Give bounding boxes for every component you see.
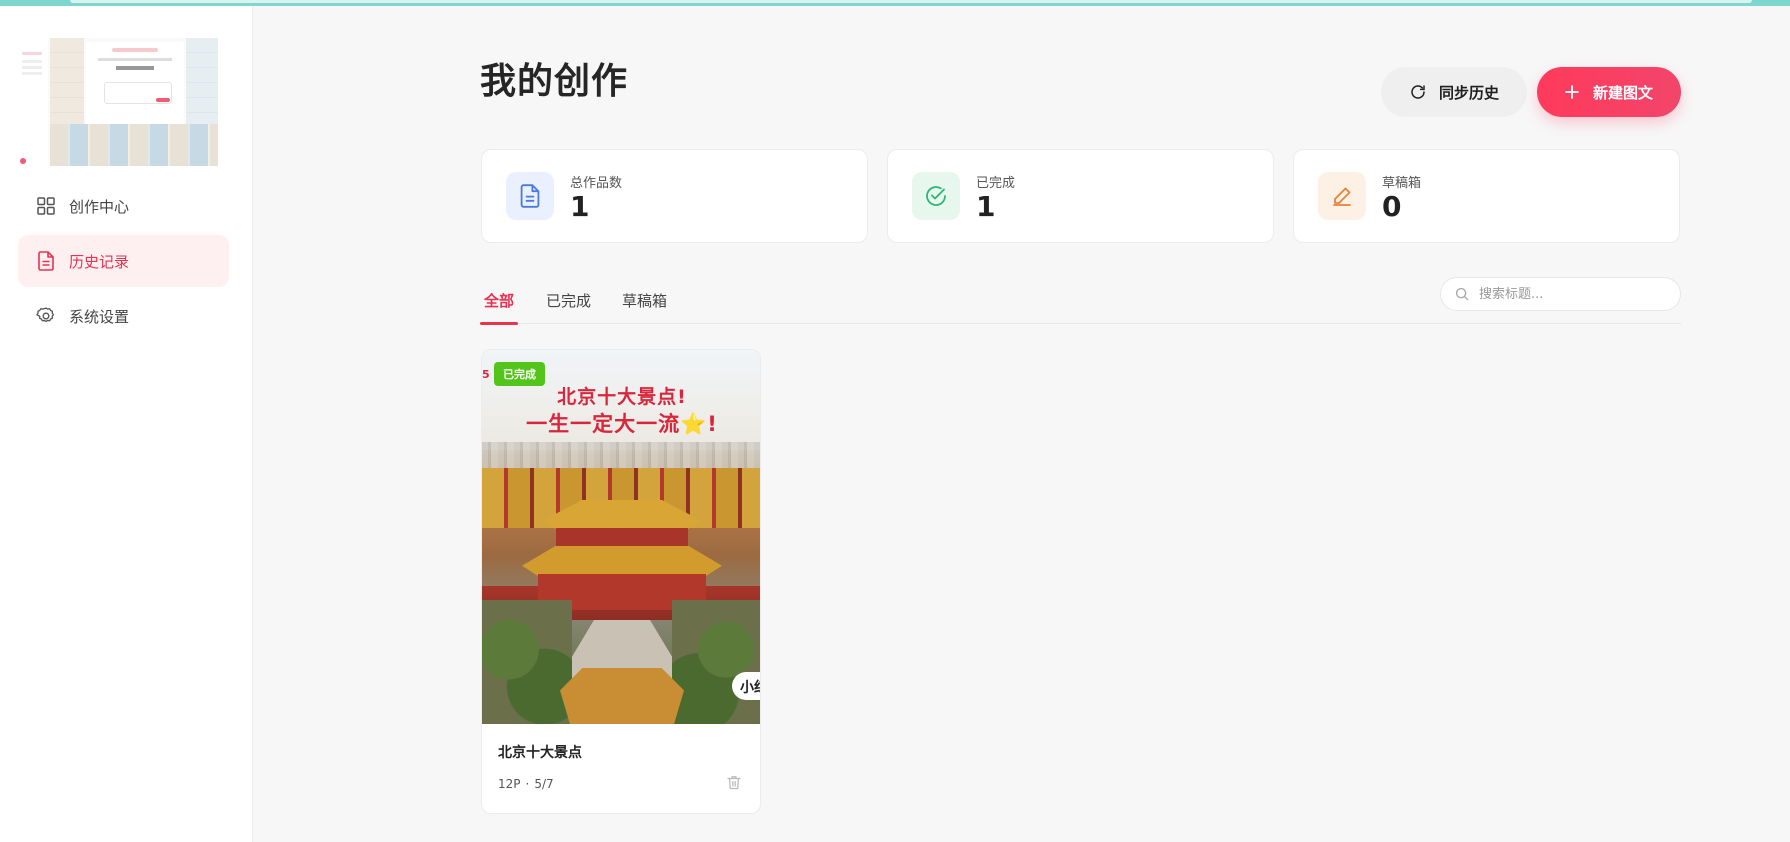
top-strip bbox=[0, 0, 1790, 6]
refresh-icon bbox=[1409, 83, 1427, 101]
app-preview-thumbnail bbox=[18, 38, 218, 166]
work-card[interactable]: 5 北京十大景点! 一生一定大一流⭐! 小红 已完成 北京十大景点 12P·5/… bbox=[481, 349, 761, 814]
new-post-label: 新建图文 bbox=[1592, 83, 1653, 102]
work-pages: 12P bbox=[498, 777, 521, 791]
search-icon bbox=[1455, 287, 1469, 301]
tab-all[interactable]: 全部 bbox=[479, 290, 519, 325]
plus-icon bbox=[1565, 85, 1579, 99]
sidebar-item-history[interactable]: 历史记录 bbox=[18, 235, 229, 287]
search-input[interactable] bbox=[1477, 285, 1667, 303]
document-icon bbox=[506, 172, 554, 220]
sidebar-item-label: 历史记录 bbox=[69, 252, 130, 271]
cover-subheadline: 一生一定大一流⭐! bbox=[526, 412, 718, 436]
pencil-icon bbox=[1318, 172, 1366, 220]
grid-icon bbox=[36, 196, 56, 216]
status-badge: 已完成 bbox=[494, 362, 545, 386]
stat-value: 0 bbox=[1382, 190, 1402, 223]
work-date: 5/7 bbox=[534, 777, 554, 791]
cover-tag: 小红 bbox=[732, 672, 760, 700]
stat-card-drafts: 草稿箱 0 bbox=[1293, 149, 1680, 243]
sidebar-item-label: 创作中心 bbox=[69, 197, 130, 216]
sync-history-button[interactable]: 同步历史 bbox=[1381, 67, 1527, 117]
sync-history-label: 同步历史 bbox=[1438, 83, 1499, 102]
sidebar: 创作中心 历史记录 系统设置 bbox=[0, 6, 253, 842]
stat-label: 草稿箱 bbox=[1382, 176, 1422, 191]
stat-value: 1 bbox=[570, 190, 590, 223]
gear-icon bbox=[36, 306, 56, 326]
tab-drafts[interactable]: 草稿箱 bbox=[622, 290, 667, 323]
work-title: 北京十大景点 bbox=[498, 745, 582, 761]
stat-value: 1 bbox=[976, 190, 996, 223]
document-icon bbox=[36, 251, 56, 271]
stat-card-total: 总作品数 1 bbox=[481, 149, 868, 243]
sidebar-item-creation-center[interactable]: 创作中心 bbox=[18, 180, 229, 232]
sidebar-item-label: 系统设置 bbox=[69, 307, 130, 326]
work-cover-image: 5 北京十大景点! 一生一定大一流⭐! 小红 bbox=[482, 350, 760, 724]
stat-label: 已完成 bbox=[976, 176, 1016, 191]
cover-headline: 北京十大景点! bbox=[557, 386, 687, 408]
page-title: 我的创作 bbox=[480, 61, 629, 102]
trash-icon bbox=[727, 775, 741, 789]
work-meta: 12P · 5/7 bbox=[498, 777, 554, 791]
new-post-button[interactable]: 新建图文 bbox=[1537, 67, 1681, 117]
delete-button[interactable] bbox=[725, 773, 743, 791]
stat-label: 总作品数 bbox=[570, 176, 623, 191]
stat-card-completed: 已完成 1 bbox=[887, 149, 1274, 243]
search-box bbox=[1440, 277, 1681, 311]
tab-completed[interactable]: 已完成 bbox=[546, 290, 591, 323]
check-circle-icon bbox=[912, 172, 960, 220]
sidebar-item-settings[interactable]: 系统设置 bbox=[18, 290, 229, 342]
